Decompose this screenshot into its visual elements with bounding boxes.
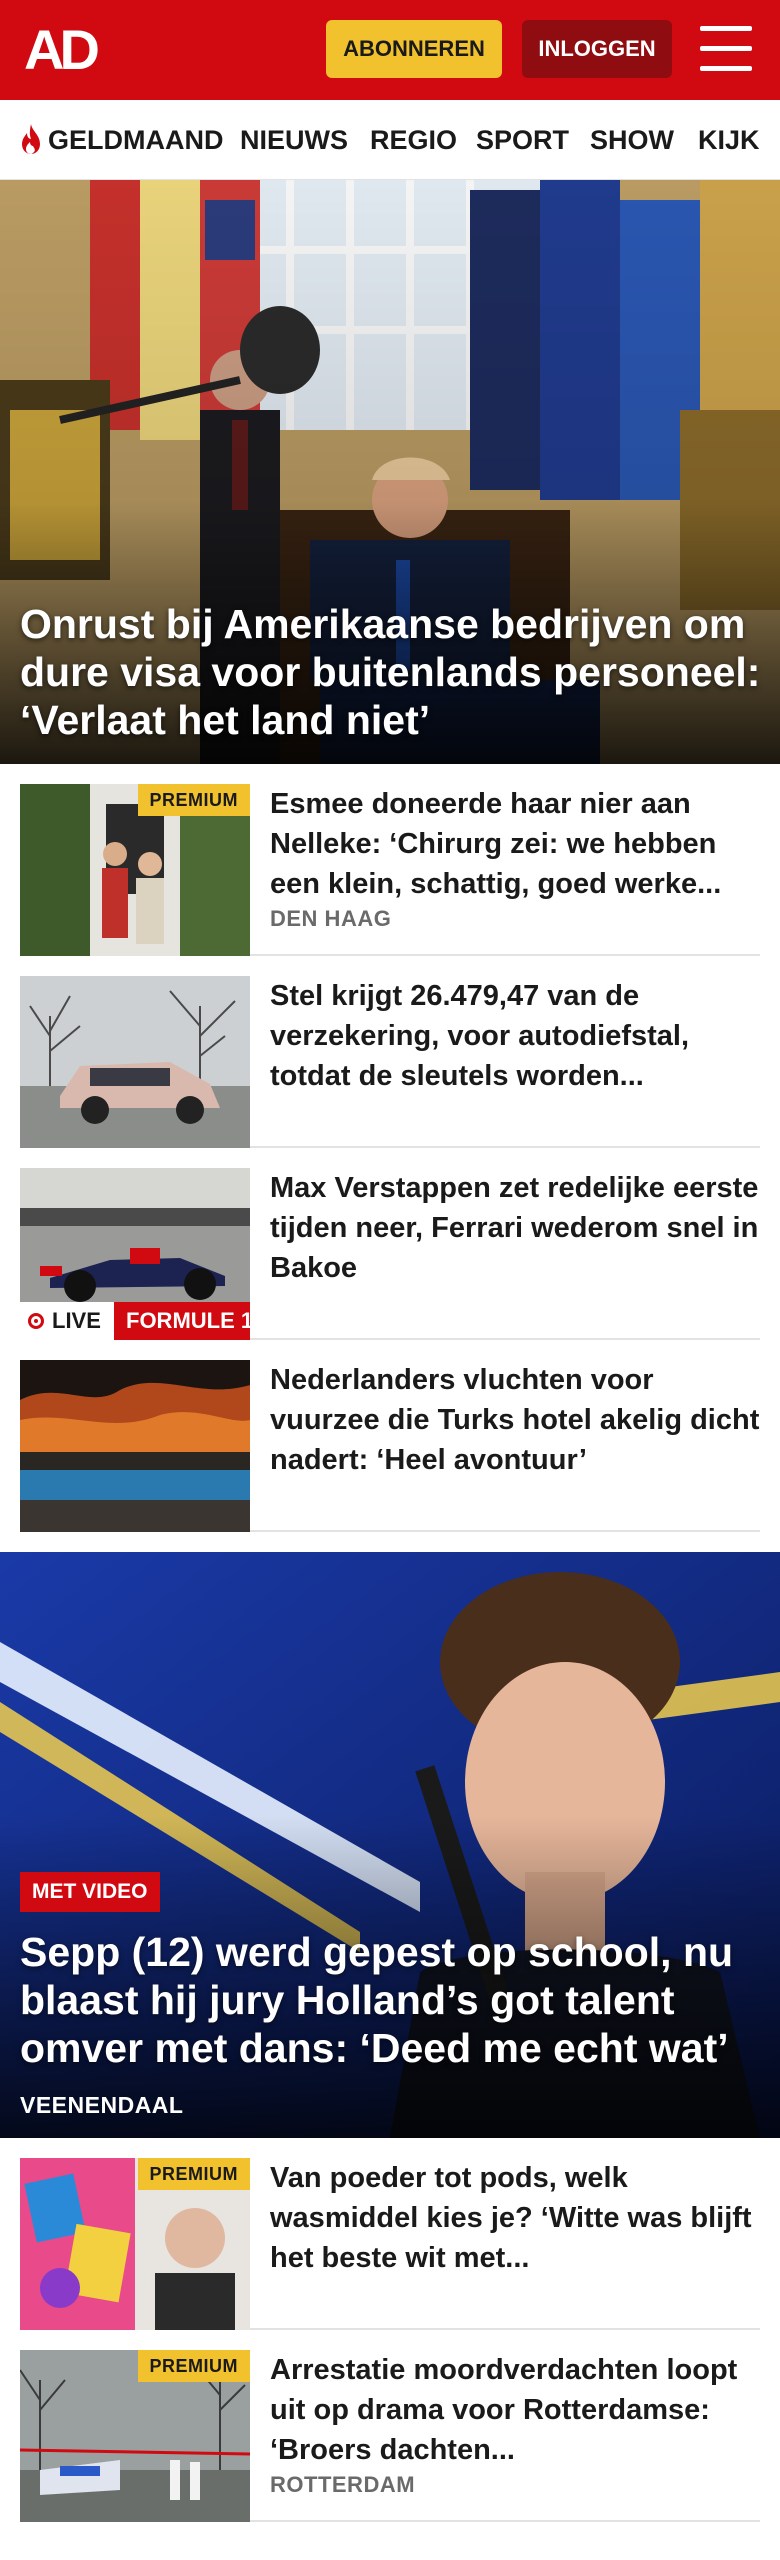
- ad-logo[interactable]: AD: [24, 20, 116, 80]
- article-title[interactable]: Arrestatie moordverdachten loopt uit op …: [270, 2350, 760, 2470]
- subscribe-button[interactable]: ABONNEREN: [326, 20, 502, 78]
- nav-label: GELDMAAND: [48, 125, 224, 155]
- article-thumbnail: PREMIUM: [20, 2350, 250, 2522]
- article-title[interactable]: Esmee doneerde haar nier aan Nelleke: ‘C…: [270, 784, 760, 904]
- article-title[interactable]: Stel krijgt 26.479,47 van de verzekering…: [270, 976, 760, 1096]
- article-thumbnail: [20, 1360, 250, 1532]
- article-title[interactable]: Van poeder tot pods, welk wasmiddel kies…: [270, 2158, 760, 2278]
- category-tag[interactable]: FORMULE 1: [114, 1302, 250, 1340]
- video-badge: MET VIDEO: [20, 1872, 160, 1912]
- premium-badge: PREMIUM: [137, 784, 250, 816]
- article-title[interactable]: Nederlanders vluchten voor vuurzee die T…: [270, 1360, 760, 1480]
- article-title[interactable]: Max Verstappen zet redelijke eerste tijd…: [270, 1168, 760, 1288]
- live-indicator: LIVE: [28, 1302, 101, 1340]
- article-item[interactable]: LIVE FORMULE 1 Max Verstappen zet redeli…: [20, 1148, 760, 1340]
- article-item[interactable]: Nederlanders vluchten voor vuurzee die T…: [20, 1340, 760, 1532]
- nav-item-nieuws[interactable]: NIEUWS: [240, 100, 348, 179]
- feature-location: VEENENDAAL: [20, 2092, 184, 2118]
- article-location: DEN HAAG: [270, 906, 392, 931]
- site-header: AD ABONNEREN INLOGGEN: [0, 0, 780, 100]
- article-item[interactable]: PREMIUM Arrestatie moordverdachten loopt…: [20, 2330, 760, 2522]
- nav-item-show[interactable]: SHOW: [590, 100, 674, 179]
- article-thumbnail: LIVE FORMULE 1: [20, 1168, 250, 1340]
- live-bar: LIVE FORMULE 1: [20, 1302, 250, 1340]
- hero-title[interactable]: Onrust bij Amerikaanse bedrijven om dure…: [20, 600, 770, 744]
- premium-badge: PREMIUM: [137, 2350, 250, 2382]
- hero-article[interactable]: Onrust bij Amerikaanse bedrijven om dure…: [0, 180, 780, 764]
- section-nav: GELDMAAND NIEUWS REGIO SPORT SHOW KIJK: [0, 100, 780, 180]
- article-thumbnail: PREMIUM: [20, 2158, 250, 2330]
- live-dot-icon: [28, 1313, 44, 1329]
- flame-icon: [22, 123, 40, 154]
- menu-icon[interactable]: [700, 26, 752, 72]
- article-item[interactable]: PREMIUM Van poeder tot pods, welk wasmid…: [20, 2138, 760, 2330]
- nav-item-kijk[interactable]: KIJK: [698, 100, 760, 179]
- article-thumbnail: [20, 976, 250, 1148]
- nav-item-sport[interactable]: SPORT: [476, 100, 569, 179]
- nav-item-geldmaand[interactable]: GELDMAAND: [18, 100, 224, 179]
- feature-title[interactable]: Sepp (12) werd gepest op school, nu blaa…: [20, 1928, 760, 2072]
- article-item[interactable]: Stel krijgt 26.479,47 van de verzekering…: [20, 956, 760, 1148]
- nav-item-regio[interactable]: REGIO: [370, 100, 457, 179]
- article-thumbnail: PREMIUM: [20, 784, 250, 956]
- article-item[interactable]: PREMIUM Esmee doneerde haar nier aan Nel…: [20, 764, 760, 956]
- feature-article[interactable]: MET VIDEO Sepp (12) werd gepest op schoo…: [0, 1552, 780, 2138]
- login-button[interactable]: INLOGGEN: [522, 20, 672, 78]
- article-location: ROTTERDAM: [270, 2472, 416, 2497]
- premium-badge: PREMIUM: [137, 2158, 250, 2190]
